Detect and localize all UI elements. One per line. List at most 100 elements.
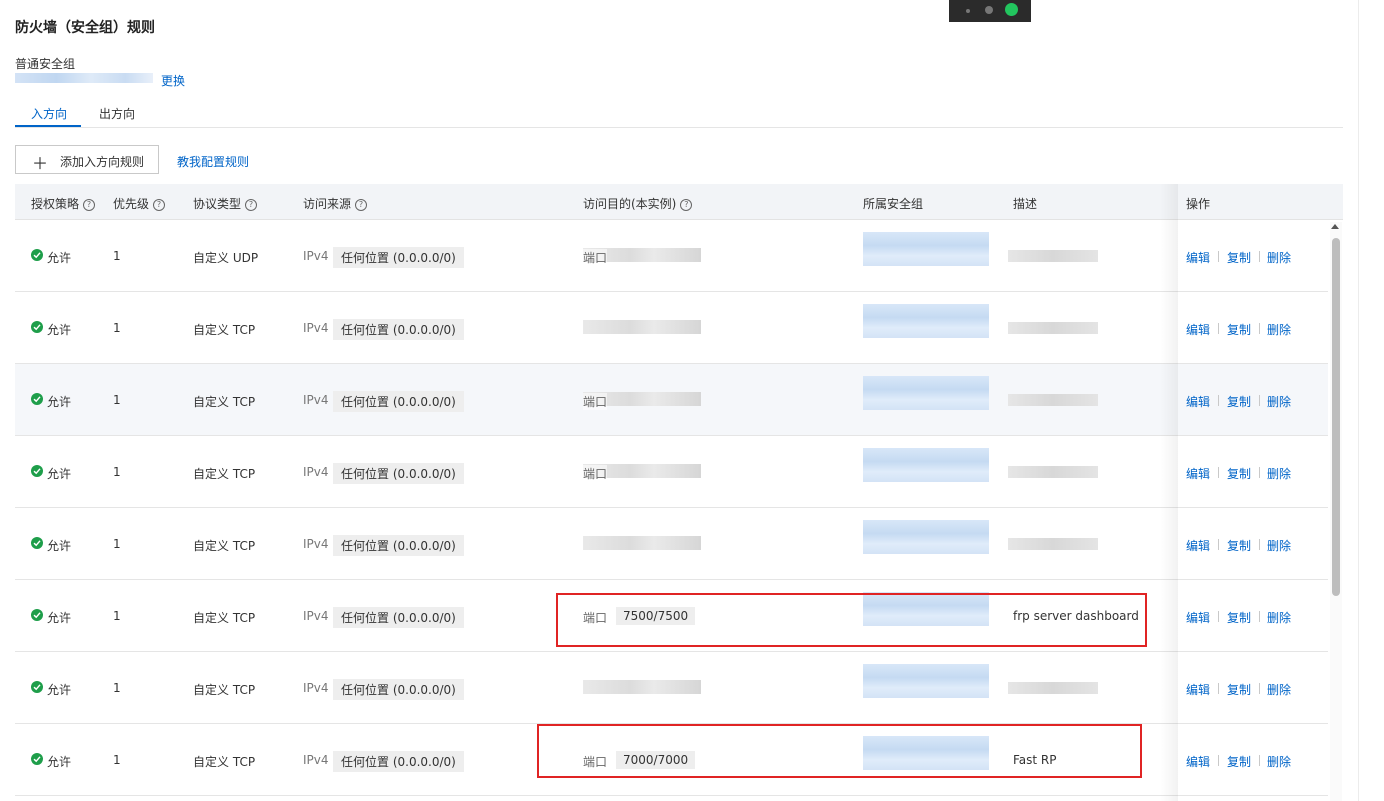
edit-rule-link[interactable]: 编辑 <box>1186 465 1210 482</box>
highlight-box-7500 <box>556 593 1147 647</box>
security-group-type: 普通安全组 <box>15 57 76 71</box>
col-protocol: 协议类型? <box>193 195 258 212</box>
port-label: 端口 <box>583 465 608 482</box>
copy-rule-link[interactable]: 复制 <box>1227 249 1251 266</box>
description-redacted <box>1008 466 1098 478</box>
port-label: 端口 <box>583 249 608 266</box>
action-divider <box>1259 683 1260 694</box>
edit-rule-link[interactable]: 编辑 <box>1186 321 1210 338</box>
copy-rule-link[interactable]: 复制 <box>1227 609 1251 626</box>
tab-outbound[interactable]: 出方向 <box>99 105 135 122</box>
table-header: 授权策略? 优先级? 协议类型? 访问来源? 访问目的(本实例)? 所属安全组 … <box>15 184 1343 220</box>
copy-rule-link[interactable]: 复制 <box>1227 393 1251 410</box>
ip-type-value: IPv4 <box>303 393 329 407</box>
ip-type-value: IPv4 <box>303 609 329 623</box>
table-row: 允许 1 自定义 TCP IPv4 任何位置 (0.0.0.0/0) 编辑 复制 删除 <box>15 508 1328 580</box>
description-redacted <box>1008 394 1098 406</box>
add-inbound-rule-button[interactable]: ＋ 添加入方向规则 <box>15 145 159 174</box>
protocol-value: 自定义 TCP <box>193 395 256 409</box>
protocol-value: 自定义 TCP <box>193 323 256 337</box>
rule-config-help-link[interactable]: 教我配置规则 <box>177 153 249 170</box>
edit-rule-link[interactable]: 编辑 <box>1186 393 1210 410</box>
delete-rule-link[interactable]: 删除 <box>1267 249 1291 266</box>
table-row: 允许 1 自定义 UDP IPv4 任何位置 (0.0.0.0/0) 端口 编辑 复制 删除 <box>15 220 1328 292</box>
help-icon[interactable]: ? <box>153 199 166 211</box>
table-row: 允许 1 自定义 TCP IPv4 任何位置 (0.0.0.0/0) 编辑 复制 删除 <box>15 652 1328 724</box>
security-group-redacted <box>863 376 989 410</box>
edit-rule-link[interactable]: 编辑 <box>1186 753 1210 770</box>
priority-value: 1 <box>113 681 121 695</box>
allow-check-icon <box>31 321 43 333</box>
edit-rule-link[interactable]: 编辑 <box>1186 681 1210 698</box>
fixed-column-shadow <box>1160 184 1178 801</box>
policy-value: 允许 <box>47 395 72 409</box>
policy-value: 允许 <box>47 467 72 481</box>
port-redacted <box>583 536 701 550</box>
source-tag: 任何位置 (0.0.0.0/0) <box>333 319 464 340</box>
change-security-group-link[interactable]: 更换 <box>161 72 185 89</box>
help-icon[interactable]: ? <box>83 199 96 211</box>
priority-value: 1 <box>113 393 121 407</box>
help-icon[interactable]: ? <box>680 199 693 211</box>
plus-icon: ＋ <box>32 154 49 173</box>
col-operations: 操作 <box>1186 197 1211 211</box>
security-group-redacted <box>863 448 989 482</box>
delete-rule-link[interactable]: 删除 <box>1267 393 1291 410</box>
delete-rule-link[interactable]: 删除 <box>1267 465 1291 482</box>
port-redacted <box>583 680 701 694</box>
copy-rule-link[interactable]: 复制 <box>1227 465 1251 482</box>
allow-check-icon <box>31 609 43 621</box>
delete-rule-link[interactable]: 删除 <box>1267 609 1291 626</box>
priority-value: 1 <box>113 321 121 335</box>
policy-value: 允许 <box>47 611 72 625</box>
edit-rule-link[interactable]: 编辑 <box>1186 609 1210 626</box>
delete-rule-link[interactable]: 删除 <box>1267 321 1291 338</box>
source-tag: 任何位置 (0.0.0.0/0) <box>333 607 464 628</box>
port-redacted <box>583 320 701 334</box>
priority-value: 1 <box>113 609 121 623</box>
allow-check-icon <box>31 681 43 693</box>
table-row: 允许 1 自定义 TCP IPv4 任何位置 (0.0.0.0/0) 端口 编辑 复制 删除 <box>15 436 1328 508</box>
description-redacted <box>1008 250 1098 262</box>
policy-value: 允许 <box>47 323 72 337</box>
add-inbound-rule-label: 添加入方向规则 <box>60 155 145 169</box>
allow-check-icon <box>31 393 43 405</box>
col-security-group: 所属安全组 <box>863 197 924 211</box>
status-dot-medium <box>985 6 993 14</box>
copy-rule-link[interactable]: 复制 <box>1227 537 1251 554</box>
highlight-box-7000 <box>537 724 1142 778</box>
allow-check-icon <box>31 249 43 261</box>
edit-rule-link[interactable]: 编辑 <box>1186 249 1210 266</box>
status-dot-active <box>1005 3 1018 16</box>
security-group-redacted <box>863 304 989 338</box>
security-group-redacted <box>863 520 989 554</box>
copy-rule-link[interactable]: 复制 <box>1227 321 1251 338</box>
scrollbar-thumb[interactable] <box>1332 238 1340 596</box>
ip-type-value: IPv4 <box>303 537 329 551</box>
protocol-value: 自定义 TCP <box>193 539 256 553</box>
action-divider <box>1259 395 1260 406</box>
action-divider <box>1218 323 1219 334</box>
col-description: 描述 <box>1013 197 1038 211</box>
ip-type-value: IPv4 <box>303 753 329 767</box>
delete-rule-link[interactable]: 删除 <box>1267 681 1291 698</box>
copy-rule-link[interactable]: 复制 <box>1227 753 1251 770</box>
action-divider <box>1218 251 1219 262</box>
col-source: 访问来源? <box>303 195 368 212</box>
help-icon[interactable]: ? <box>245 199 258 211</box>
protocol-value: 自定义 TCP <box>193 467 256 481</box>
delete-rule-link[interactable]: 删除 <box>1267 753 1291 770</box>
ip-type-value: IPv4 <box>303 321 329 335</box>
action-divider <box>1218 467 1219 478</box>
page-edge-divider <box>1358 0 1359 801</box>
scroll-up-arrow-icon[interactable] <box>1331 224 1339 229</box>
window-status-widget <box>949 0 1031 22</box>
edit-rule-link[interactable]: 编辑 <box>1186 537 1210 554</box>
source-tag: 任何位置 (0.0.0.0/0) <box>333 679 464 700</box>
delete-rule-link[interactable]: 删除 <box>1267 537 1291 554</box>
port-label: 端口 <box>583 393 608 410</box>
tab-inbound[interactable]: 入方向 <box>31 105 67 122</box>
help-icon[interactable]: ? <box>355 199 368 211</box>
copy-rule-link[interactable]: 复制 <box>1227 681 1251 698</box>
action-divider <box>1218 755 1219 766</box>
